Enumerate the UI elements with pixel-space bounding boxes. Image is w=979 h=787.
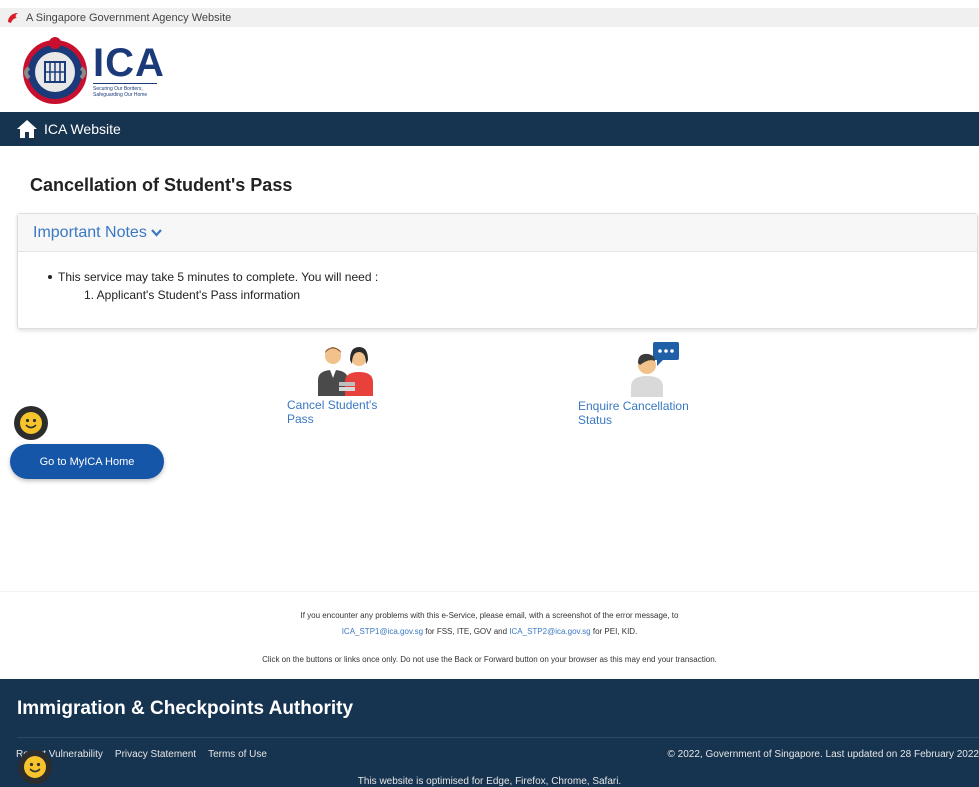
chevron-down-icon — [151, 228, 162, 237]
help-line-1: If you encounter any problems with this … — [300, 611, 679, 620]
help-section: If you encounter any problems with this … — [0, 591, 979, 679]
notes-item: 1. Applicant's Student's Pass informatio… — [84, 288, 301, 302]
important-notes-panel: Important Notes This service may take 5 … — [17, 213, 978, 329]
enquire-cancellation-status-button[interactable]: Enquire Cancellation Status — [578, 341, 724, 427]
feedback-smiley-button[interactable] — [14, 406, 48, 440]
ica-logo[interactable]: ICA Securing Our Borders, Safeguarding O… — [19, 32, 165, 108]
important-notes-toggle[interactable]: Important Notes — [18, 214, 977, 252]
help-for-2: for PEI, KID. — [590, 627, 638, 636]
footer-copyright: © 2022, Government of Singapore. Last up… — [667, 749, 979, 760]
brand-name: ICA — [93, 40, 165, 85]
home-icon[interactable] — [16, 119, 38, 139]
email-link-stp2[interactable]: ICA_STP2@ica.gov.sg — [509, 627, 590, 636]
footer-divider — [17, 737, 979, 738]
enquire-cancellation-status-label: Enquire Cancellation Status — [578, 399, 689, 427]
help-line-2: ICA_STP1@ica.gov.sg for FSS, ITE, GOV an… — [0, 627, 979, 636]
smiley-face-icon — [24, 756, 46, 778]
footer-link-privacy-statement[interactable]: Privacy Statement — [115, 749, 196, 760]
top-navbar: ICA Website — [0, 112, 979, 146]
email-link-stp1[interactable]: ICA_STP1@ica.gov.sg — [342, 627, 423, 636]
gov-masthead-text: A Singapore Government Agency Website — [26, 11, 232, 24]
gov-masthead: A Singapore Government Agency Website — [0, 8, 979, 27]
brand-tagline-2: Safeguarding Our Home — [93, 91, 148, 98]
site-footer: Immigration & Checkpoints Authority Repo… — [0, 679, 979, 787]
footer-title: Immigration & Checkpoints Authority — [17, 698, 354, 719]
page-title: Cancellation of Student's Pass — [30, 175, 293, 195]
smiley-face-icon — [20, 412, 42, 434]
students-icon — [318, 347, 373, 396]
footer-browser-note: This website is optimised for Edge, Fire… — [357, 776, 622, 787]
cancel-students-pass-button[interactable]: Cancel Student's Pass — [287, 342, 405, 426]
go-to-myica-home-button[interactable]: Go to MyICA Home — [10, 444, 164, 479]
feedback-smiley-button-bottom[interactable] — [18, 750, 52, 784]
notes-bullet-text: This service may take 5 minutes to compl… — [58, 270, 379, 284]
footer-link-terms-of-use[interactable]: Terms of Use — [208, 749, 267, 760]
brand-tagline-1: Securing Our Borders, — [93, 82, 157, 92]
enquiry-person-icon — [631, 342, 679, 397]
help-line-3: Click on the buttons or links once only.… — [262, 655, 717, 664]
bullet-dot — [48, 275, 52, 279]
ica-crest-icon — [23, 37, 87, 104]
singapore-lion-icon — [8, 12, 18, 23]
cancel-students-pass-label: Cancel Student's Pass — [287, 398, 378, 426]
help-for-1: for FSS, ITE, GOV and — [423, 627, 510, 636]
important-notes-heading: Important Notes — [33, 223, 147, 241]
ica-website-link[interactable]: ICA Website — [44, 121, 121, 137]
footer-links: Report Vulnerability Privacy Statement T… — [16, 749, 267, 760]
